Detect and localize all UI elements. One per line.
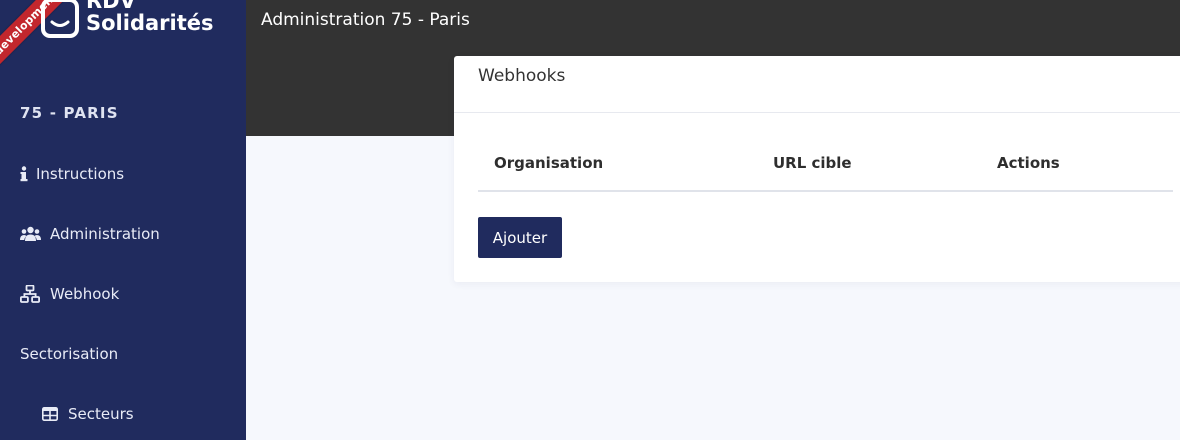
sidebar-item-administration[interactable]: Administration [20,222,160,246]
brand-logo[interactable]: RDV Solidarités [40,0,214,50]
column-header-organisation: Organisation [494,154,604,172]
brand-name: RDV Solidarités [86,0,214,34]
table-icon [42,405,60,423]
sidebar-item-label: Instructions [36,165,125,183]
column-header-actions: Actions [997,154,1060,172]
webhooks-card: Webhooks Organisation URL cible Actions … [454,56,1180,282]
sidebar-item-secteurs[interactable]: Secteurs [42,402,134,426]
info-icon [20,165,30,183]
sidebar-item-label: Administration [50,225,160,243]
sidebar-item-label: Webhook [50,285,120,303]
page-title: Administration 75 - Paris [261,10,470,30]
calendar-smile-icon [41,0,79,38]
column-header-url: URL cible [773,154,852,172]
sidebar-item-instructions[interactable]: Instructions [20,162,124,186]
webhooks-table-header: Organisation URL cible Actions [478,150,1173,192]
network-icon [20,285,42,303]
sidebar-item-webhook[interactable]: Webhook [20,282,119,306]
sidebar-item-label: Secteurs [68,405,134,423]
sidebar-item-sectorisation[interactable]: Sectorisation [20,342,118,366]
users-icon [20,225,42,243]
card-title: Webhooks [454,56,1180,113]
sidebar-item-label: Sectorisation [20,345,119,363]
add-webhook-button[interactable]: Ajouter [478,217,562,258]
brand-line-2: Solidarités [86,11,214,35]
sidebar: development RDV Solidarités 75 - PARIS I… [0,0,246,440]
department-label: 75 - PARIS [20,104,119,122]
